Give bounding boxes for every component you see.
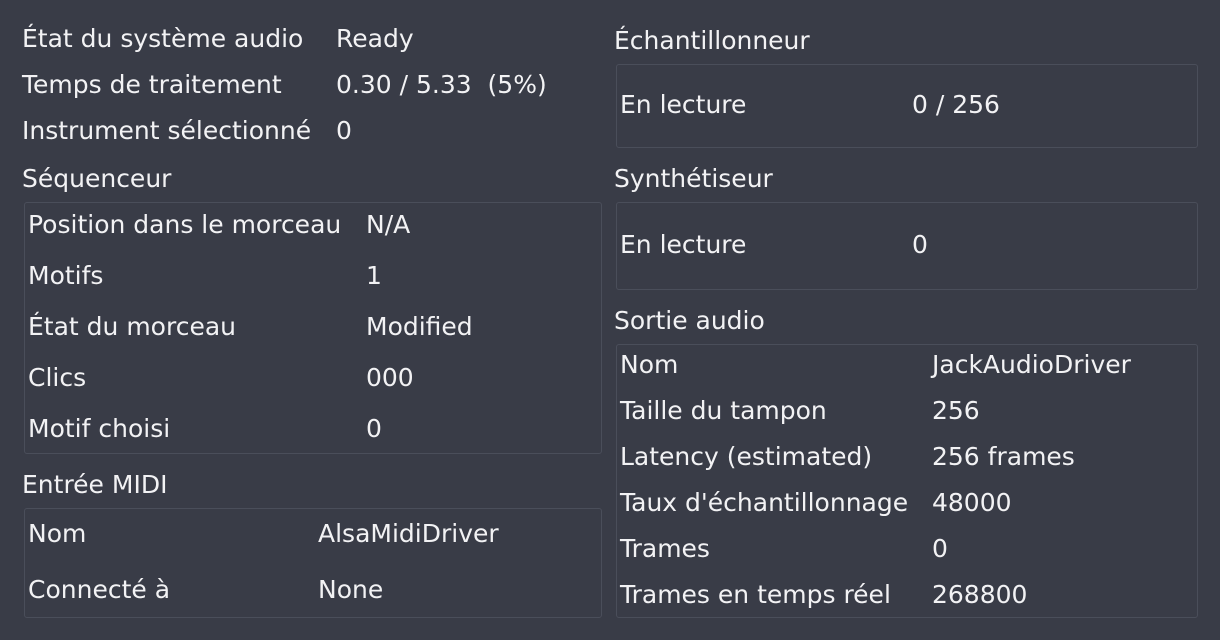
midi-row-label: Connecté à: [28, 575, 171, 604]
midi-row-label: Nom: [28, 519, 87, 548]
midi-row-value: None: [318, 575, 384, 604]
midi-row-value: AlsaMidiDriver: [318, 519, 499, 548]
audio-output-row-label: Trames en temps réel: [620, 580, 891, 609]
synth-title: Synthétiseur: [614, 164, 773, 193]
processing-time-value: 0.30 / 5.33 (5%): [336, 70, 547, 99]
audio-output-title: Sortie audio: [614, 306, 765, 335]
audio-output-row-label: Latency (estimated): [620, 442, 873, 471]
sequencer-row-label: Motif choisi: [28, 414, 171, 443]
sequencer-row-value: 000: [366, 363, 414, 392]
sampler-title: Échantillonneur: [614, 26, 810, 55]
audio-output-row-label: Nom: [620, 350, 679, 379]
sequencer-row-label: État du morceau: [28, 312, 236, 341]
audio-output-row-value: JackAudioDriver: [932, 350, 1131, 379]
audio-output-row-value: 48000: [932, 488, 1012, 517]
synth-row-value: 0: [912, 230, 928, 259]
sequencer-row-value: 0: [366, 414, 382, 443]
sequencer-row-label: Position dans le morceau: [28, 210, 342, 239]
audio-output-row-label: Trames: [620, 534, 710, 563]
audio-output-row-label: Taille du tampon: [620, 396, 827, 425]
sampler-row-label: En lecture: [620, 90, 747, 119]
audio-output-row-value: 0: [932, 534, 948, 563]
audio-state-label: État du système audio: [22, 24, 304, 53]
audio-output-group: [616, 344, 1198, 618]
sequencer-row-label: Clics: [28, 363, 87, 392]
sampler-row-value: 0 / 256: [912, 90, 1000, 119]
sequencer-row-value: 1: [366, 261, 382, 290]
audio-output-row-value: 256 frames: [932, 442, 1075, 471]
selected-instrument-label: Instrument sélectionné: [22, 116, 312, 145]
audio-output-row-label: Taux d'échantillonnage: [620, 488, 909, 517]
sequencer-row-label: Motifs: [28, 261, 104, 290]
audio-output-row-value: 268800: [932, 580, 1028, 609]
audio-state-value: Ready: [336, 24, 414, 53]
selected-instrument-value: 0: [336, 116, 352, 145]
synth-row-label: En lecture: [620, 230, 747, 259]
midi-input-title: Entrée MIDI: [22, 470, 168, 499]
sequencer-row-value: Modified: [366, 312, 473, 341]
sequencer-title: Séquenceur: [22, 164, 172, 193]
audio-output-row-value: 256: [932, 396, 980, 425]
processing-time-label: Temps de traitement: [22, 70, 282, 99]
sequencer-row-value: N/A: [366, 210, 411, 239]
